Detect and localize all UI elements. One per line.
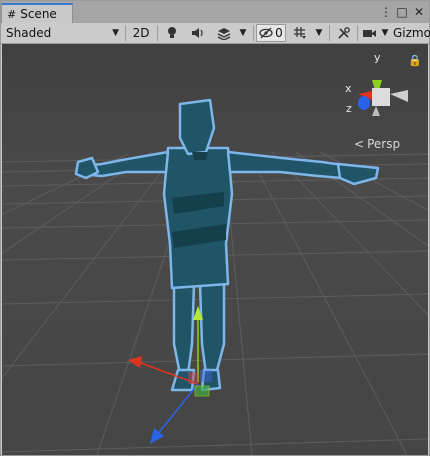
tools-button[interactable]: [333, 24, 355, 42]
2d-toggle-button[interactable]: 2D: [129, 24, 153, 42]
scene-viewport[interactable]: y x z 🔒 < Persp: [2, 44, 428, 455]
effects-dropdown[interactable]: ▼: [237, 24, 249, 42]
wrench-icon: [338, 27, 350, 39]
chevron-left-icon: <: [354, 137, 365, 151]
xz-plane-handle[interactable]: [194, 385, 210, 397]
yz-plane-handle[interactable]: [200, 370, 212, 382]
scene-window: # Scene ⋮ □ ✕ Shaded ▼ 2D ▼ 0 ▼ ▼ Gizmo …: [0, 0, 430, 456]
divider: [357, 25, 358, 41]
chevron-down-icon: ▼: [381, 28, 389, 38]
divider: [329, 25, 330, 41]
scene-toolbar: Shaded ▼ 2D ▼ 0 ▼ ▼ Gizmo: [1, 23, 430, 44]
divider: [125, 25, 126, 41]
grid-snap-icon: [294, 27, 306, 39]
grid-dropdown[interactable]: ▼: [313, 24, 325, 42]
gizmos-button[interactable]: Gizmo: [393, 24, 430, 42]
xy-plane-handle[interactable]: [188, 372, 198, 384]
camera-icon: [362, 29, 376, 37]
shading-mode-label: Shaded: [6, 26, 52, 40]
camera-settings-button[interactable]: [359, 24, 379, 42]
lightbulb-icon: [168, 27, 176, 38]
layers-icon: [217, 27, 231, 40]
center-cube-icon[interactable]: [372, 88, 390, 106]
chevron-down-icon: ▼: [112, 28, 119, 38]
hidden-objects-toggle[interactable]: 0: [256, 24, 286, 42]
tab-label: Scene: [20, 7, 57, 21]
y-axis-label: y: [374, 51, 381, 64]
z-cone-icon[interactable]: [358, 96, 370, 110]
z-axis-label: z: [346, 102, 352, 115]
close-icon[interactable]: ✕: [412, 4, 426, 20]
projection-toggle[interactable]: < Persp: [354, 137, 400, 151]
more-menu-icon[interactable]: ⋮: [380, 4, 392, 20]
speaker-icon: [192, 28, 203, 38]
x-axis-label: x: [345, 82, 352, 95]
eye-slash-icon: [259, 27, 273, 39]
lock-icon[interactable]: 🔒: [408, 54, 422, 67]
grid-icon: #: [7, 7, 17, 21]
hidden-count: 0: [275, 26, 283, 40]
tab-bar: # Scene ⋮ □ ✕: [1, 1, 429, 24]
divider: [157, 25, 158, 41]
chevron-down-icon: ▼: [315, 28, 323, 38]
tab-scene[interactable]: # Scene: [1, 3, 73, 23]
audio-toggle-button[interactable]: [187, 24, 209, 42]
divider: [253, 25, 254, 41]
camera-dropdown[interactable]: ▼: [379, 24, 391, 42]
grid-toggle-button[interactable]: [289, 24, 311, 42]
effects-toggle-button[interactable]: [213, 24, 235, 42]
chevron-down-icon: ▼: [239, 28, 247, 38]
maximize-icon[interactable]: □: [395, 4, 409, 20]
shading-mode-dropdown[interactable]: Shaded ▼: [5, 24, 121, 42]
lighting-toggle-button[interactable]: [161, 24, 183, 42]
scene-canvas[interactable]: y x z: [2, 44, 428, 455]
projection-label: Persp: [367, 137, 401, 151]
